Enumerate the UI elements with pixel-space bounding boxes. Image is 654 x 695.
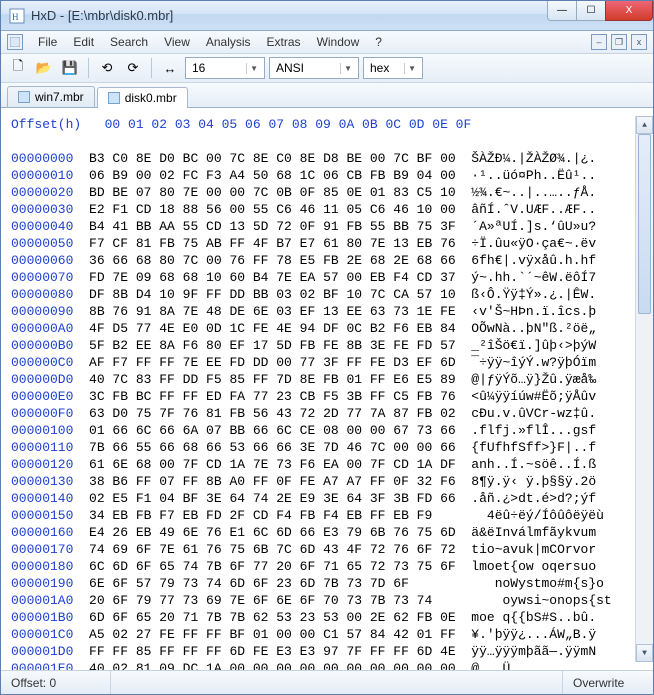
new-file-button[interactable]: 🗋 (7, 57, 29, 79)
mdi-minimize-button[interactable]: – (591, 34, 607, 50)
toolbar: 🗋 📂 💾 ⟲ ⟳ ↔ 16 ▼ ANSI ▼ hex ▼ (1, 54, 653, 83)
window-maximize-button[interactable]: ☐ (576, 1, 606, 21)
menu-search[interactable]: Search (103, 33, 155, 51)
status-offset: Offset: 0 (1, 671, 111, 694)
tab-disk0[interactable]: disk0.mbr (97, 87, 188, 108)
menu-file[interactable]: File (31, 33, 64, 51)
open-file-button[interactable]: 📂 (33, 57, 55, 79)
hex-editor[interactable]: Offset(h) 00 01 02 03 04 05 06 07 08 09 … (1, 108, 653, 670)
scroll-thumb[interactable] (638, 134, 651, 314)
tab-label: disk0.mbr (125, 91, 177, 105)
svg-text:H: H (12, 12, 19, 22)
bytes-per-row-combo[interactable]: 16 ▼ (185, 57, 265, 79)
scroll-up-button[interactable]: ▲ (636, 116, 653, 134)
menu-view[interactable]: View (157, 33, 197, 51)
separator (88, 58, 89, 78)
menu-edit[interactable]: Edit (66, 33, 101, 51)
tabbar: win7.mbr disk0.mbr (1, 83, 653, 108)
status-mode: Overwrite (563, 671, 653, 694)
mdi-icon (7, 34, 23, 50)
mdi-restore-button[interactable]: ❐ (611, 34, 627, 50)
file-icon (108, 92, 120, 104)
chevron-down-icon: ▼ (246, 63, 261, 74)
menubar: File Edit Search View Analysis Extras Wi… (1, 31, 653, 54)
window-close-button[interactable]: X (605, 1, 653, 21)
charset-value: ANSI (276, 61, 304, 75)
scroll-down-button[interactable]: ▼ (636, 644, 653, 662)
mdi-close-button[interactable]: x (631, 34, 647, 50)
window-title: HxD - [E:\mbr\disk0.mbr] (31, 8, 548, 23)
statusbar: Offset: 0 Overwrite (1, 670, 653, 694)
menu-window[interactable]: Window (310, 33, 367, 51)
tab-label: win7.mbr (35, 90, 84, 104)
app-icon: H (9, 8, 25, 24)
file-icon (18, 91, 30, 103)
refresh2-button[interactable]: ⟳ (122, 57, 144, 79)
chevron-down-icon: ▼ (404, 63, 419, 74)
menu-analysis[interactable]: Analysis (199, 33, 258, 51)
charset-combo[interactable]: ANSI ▼ (269, 57, 359, 79)
tab-win7[interactable]: win7.mbr (7, 86, 95, 107)
bytes-per-row-value: 16 (192, 61, 205, 75)
refresh1-button[interactable]: ⟲ (96, 57, 118, 79)
titlebar: H HxD - [E:\mbr\disk0.mbr] — ☐ X (1, 1, 653, 31)
vertical-scrollbar[interactable]: ▲ ▼ (635, 116, 653, 662)
numbase-value: hex (370, 61, 389, 75)
numbase-combo[interactable]: hex ▼ (363, 57, 423, 79)
save-file-button[interactable]: 💾 (59, 57, 81, 79)
window-minimize-button[interactable]: — (547, 1, 577, 21)
width-icon: ↔ (159, 57, 181, 79)
menu-help[interactable]: ? (368, 33, 389, 51)
status-spacer (111, 671, 563, 694)
separator (151, 58, 152, 78)
menu-extras[interactable]: Extras (260, 33, 308, 51)
chevron-down-icon: ▼ (340, 63, 355, 74)
